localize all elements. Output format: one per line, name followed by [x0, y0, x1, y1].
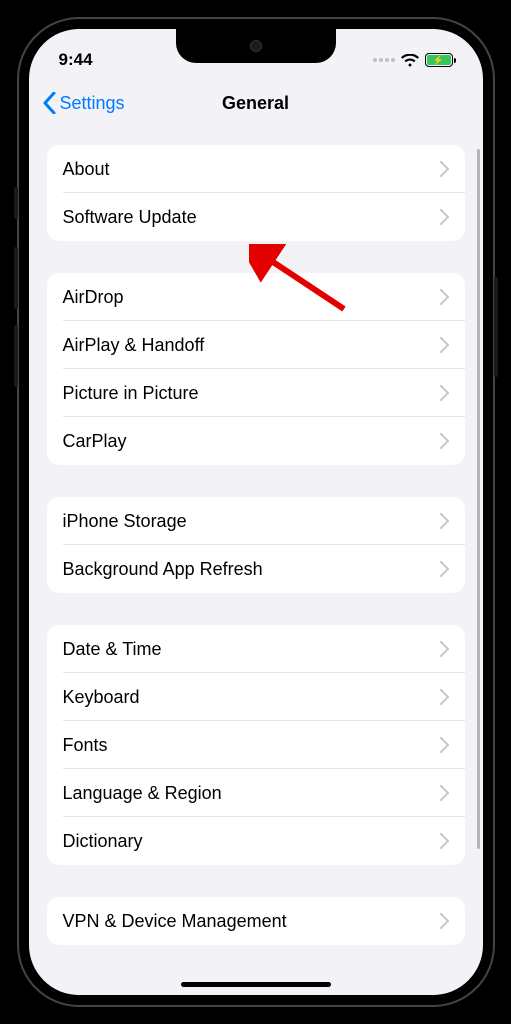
settings-row-dictionary[interactable]: Dictionary [47, 817, 465, 865]
row-label: Fonts [63, 735, 108, 756]
row-label: AirPlay & Handoff [63, 335, 205, 356]
back-label: Settings [60, 93, 125, 114]
chevron-right-icon [440, 785, 449, 801]
phone-frame: 9:44 ⚡ Settings General [17, 17, 495, 1007]
charging-bolt-icon: ⚡ [433, 56, 444, 65]
scroll-indicator[interactable] [477, 149, 480, 849]
settings-group: iPhone Storage Background App Refresh [47, 497, 465, 593]
page-title: General [222, 93, 289, 114]
chevron-right-icon [440, 433, 449, 449]
settings-row-language-region[interactable]: Language & Region [47, 769, 465, 817]
row-label: Background App Refresh [63, 559, 263, 580]
settings-row-background-app-refresh[interactable]: Background App Refresh [47, 545, 465, 593]
chevron-right-icon [440, 161, 449, 177]
screen: 9:44 ⚡ Settings General [29, 29, 483, 995]
settings-group: About Software Update [47, 145, 465, 241]
notch [176, 29, 336, 63]
chevron-right-icon [440, 913, 449, 929]
row-label: Software Update [63, 207, 197, 228]
wifi-icon [401, 54, 419, 67]
settings-row-carplay[interactable]: CarPlay [47, 417, 465, 465]
chevron-right-icon [440, 209, 449, 225]
chevron-right-icon [440, 833, 449, 849]
chevron-right-icon [440, 337, 449, 353]
settings-row-vpn-device-management[interactable]: VPN & Device Management [47, 897, 465, 945]
settings-row-keyboard[interactable]: Keyboard [47, 673, 465, 721]
row-label: CarPlay [63, 431, 127, 452]
chevron-right-icon [440, 513, 449, 529]
row-label: Dictionary [63, 831, 143, 852]
settings-row-software-update[interactable]: Software Update [47, 193, 465, 241]
front-camera [250, 40, 262, 52]
chevron-left-icon [43, 92, 56, 114]
row-label: AirDrop [63, 287, 124, 308]
settings-row-iphone-storage[interactable]: iPhone Storage [47, 497, 465, 545]
home-indicator[interactable] [181, 982, 331, 987]
power-button [494, 277, 498, 377]
row-label: Date & Time [63, 639, 162, 660]
status-time: 9:44 [59, 50, 93, 70]
settings-row-date-time[interactable]: Date & Time [47, 625, 465, 673]
silent-switch [14, 187, 18, 219]
row-label: About [63, 159, 110, 180]
settings-list[interactable]: About Software Update AirDrop AirPlay & Han… [29, 127, 483, 995]
chevron-right-icon [440, 385, 449, 401]
chevron-right-icon [440, 689, 449, 705]
battery-icon: ⚡ [425, 53, 453, 67]
settings-row-airdrop[interactable]: AirDrop [47, 273, 465, 321]
settings-group: Date & Time Keyboard Fonts Language & Regio… [47, 625, 465, 865]
cellular-dots-icon [373, 58, 395, 62]
row-label: Keyboard [63, 687, 140, 708]
settings-row-about[interactable]: About [47, 145, 465, 193]
volume-down-button [14, 325, 18, 387]
nav-header: Settings General [29, 79, 483, 127]
volume-up-button [14, 247, 18, 309]
back-button[interactable]: Settings [43, 92, 125, 114]
row-label: VPN & Device Management [63, 911, 287, 932]
chevron-right-icon [440, 737, 449, 753]
settings-row-airplay-handoff[interactable]: AirPlay & Handoff [47, 321, 465, 369]
settings-group: AirDrop AirPlay & Handoff Picture in Pictu… [47, 273, 465, 465]
row-label: iPhone Storage [63, 511, 187, 532]
chevron-right-icon [440, 641, 449, 657]
settings-row-fonts[interactable]: Fonts [47, 721, 465, 769]
settings-group: VPN & Device Management [47, 897, 465, 945]
chevron-right-icon [440, 561, 449, 577]
row-label: Picture in Picture [63, 383, 199, 404]
row-label: Language & Region [63, 783, 222, 804]
chevron-right-icon [440, 289, 449, 305]
settings-row-picture-in-picture[interactable]: Picture in Picture [47, 369, 465, 417]
